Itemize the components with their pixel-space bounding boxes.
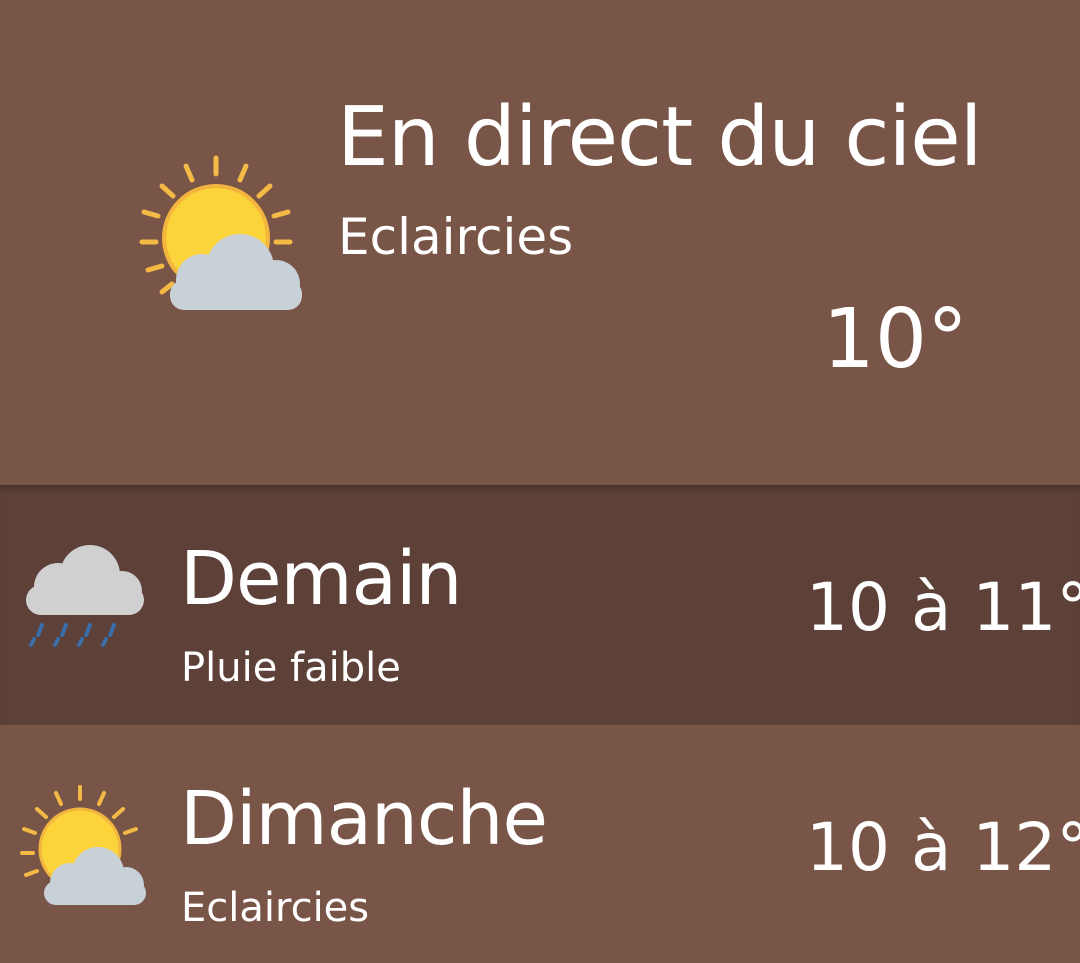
forecast-condition: Pluie faible: [181, 645, 401, 691]
current-weather-card[interactable]: En direct du ciel Eclaircies 10°: [0, 0, 1080, 485]
current-condition: Eclaircies: [338, 208, 574, 266]
forecast-temperature-range: 10 à 11°: [806, 569, 1080, 646]
forecast-condition: Eclaircies: [181, 885, 370, 931]
forecast-day: Dimanche: [180, 776, 548, 862]
weather-app: En direct du ciel Eclaircies 10° Demain …: [0, 0, 1080, 963]
current-temperature: 10°: [822, 292, 968, 387]
rain-cloud-icon: [18, 545, 152, 675]
sun-behind-cloud-icon: [18, 781, 152, 911]
forecast-row-dimanche[interactable]: Dimanche Eclaircies 10 à 12°: [0, 725, 1080, 963]
forecast-day: Demain: [180, 536, 462, 622]
page-title: En direct du ciel: [337, 90, 983, 185]
forecast-temperature-range: 10 à 12°: [806, 809, 1080, 886]
forecast-row-demain[interactable]: Demain Pluie faible 10 à 11°: [0, 485, 1080, 725]
sun-behind-cloud-icon: [134, 150, 308, 316]
